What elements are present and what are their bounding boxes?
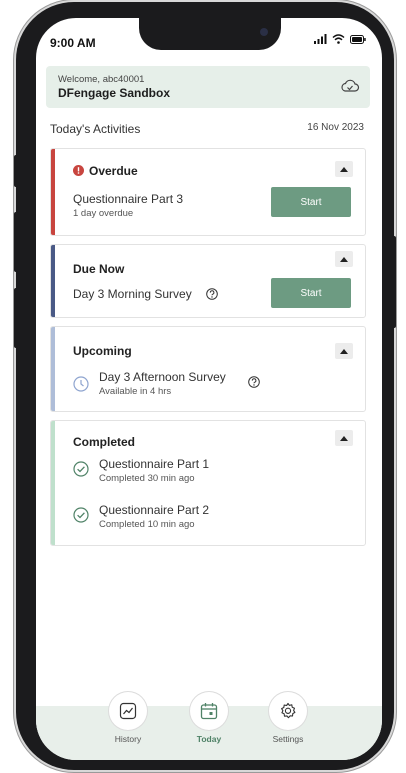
chart-line-icon: [119, 702, 137, 720]
calendar-icon: [200, 703, 218, 720]
completed-item-subtitle: Completed 30 min ago: [99, 473, 195, 484]
completed-title: Completed: [73, 435, 136, 449]
mute-switch: [14, 155, 18, 187]
tab-label: History: [114, 734, 142, 744]
volume-up-button: [14, 212, 18, 272]
check-circle-icon: [73, 507, 89, 523]
due-now-title: Due Now: [73, 262, 125, 276]
tab-icon-circle: [269, 692, 307, 730]
check-circle-icon: [73, 461, 89, 477]
collapse-button[interactable]: [335, 430, 353, 446]
overdue-item-subtitle: 1 day overdue: [73, 208, 134, 219]
camera: [260, 28, 268, 36]
section-title: Today's Activities: [50, 122, 141, 136]
tab-today[interactable]: Today: [179, 692, 239, 744]
upcoming-item-subtitle: Available in 4 hrs: [99, 386, 172, 397]
upcoming-status-bar: [51, 327, 55, 411]
collapse-button[interactable]: [335, 343, 353, 359]
chevron-up-icon: [340, 167, 348, 172]
completed-card: Completed Questionnaire Part 1 Completed…: [50, 420, 366, 546]
signal-icon: [314, 34, 327, 44]
completed-item-title: Questionnaire Part 1: [99, 457, 210, 471]
overdue-status-bar: [51, 149, 55, 235]
due-now-card: Due Now Day 3 Morning Survey Start: [50, 244, 366, 318]
status-time: 9:00 AM: [50, 36, 96, 50]
start-button[interactable]: Start: [271, 187, 351, 217]
volume-down-button: [14, 288, 18, 348]
upcoming-title: Upcoming: [73, 344, 132, 358]
upcoming-card: Upcoming Day 3 Afternoon Survey Availabl…: [50, 326, 366, 412]
completed-item-subtitle: Completed 10 min ago: [99, 519, 195, 530]
tab-history[interactable]: History: [98, 692, 158, 744]
overdue-item-title: Questionnaire Part 3: [73, 192, 184, 206]
chevron-up-icon: [340, 436, 348, 441]
cloud-sync-icon[interactable]: [340, 78, 360, 94]
overdue-card: Overdue Questionnaire Part 3 1 day overd…: [50, 148, 366, 236]
tab-label: Today: [196, 734, 222, 744]
status-icons: [314, 34, 366, 44]
tab-settings[interactable]: Settings: [258, 692, 318, 744]
completed-item-title: Questionnaire Part 2: [99, 503, 210, 517]
battery-icon: [350, 34, 366, 44]
tab-icon-circle: [190, 692, 228, 730]
clock-icon: [73, 376, 89, 392]
help-icon[interactable]: [248, 376, 260, 388]
tab-label: Settings: [272, 734, 304, 744]
tab-icon-circle: [109, 692, 147, 730]
collapse-button[interactable]: [335, 251, 353, 267]
upcoming-item-title: Day 3 Afternoon Survey: [99, 370, 226, 384]
overdue-title: Overdue: [89, 164, 138, 178]
help-icon[interactable]: [206, 288, 218, 300]
chevron-up-icon: [340, 349, 348, 354]
gear-icon: [281, 702, 296, 719]
phone-screen: 9:00 AM Welcome, abc40001 DFengage Sandb…: [36, 18, 382, 760]
app-header: Welcome, abc40001 DFengage Sandbox: [46, 66, 370, 108]
section-date: 16 Nov 2023: [307, 122, 364, 133]
due-now-status-bar: [51, 245, 55, 317]
wifi-icon: [332, 34, 345, 44]
due-now-item-title: Day 3 Morning Survey: [73, 287, 192, 301]
notch: [139, 18, 281, 50]
power-button: [392, 236, 396, 328]
welcome-text: Welcome, abc40001: [58, 74, 145, 85]
start-button[interactable]: Start: [271, 278, 351, 308]
alert-icon: [73, 165, 84, 176]
chevron-up-icon: [340, 257, 348, 262]
collapse-button[interactable]: [335, 161, 353, 177]
completed-status-bar: [51, 421, 55, 545]
app-name: DFengage Sandbox: [58, 86, 171, 100]
